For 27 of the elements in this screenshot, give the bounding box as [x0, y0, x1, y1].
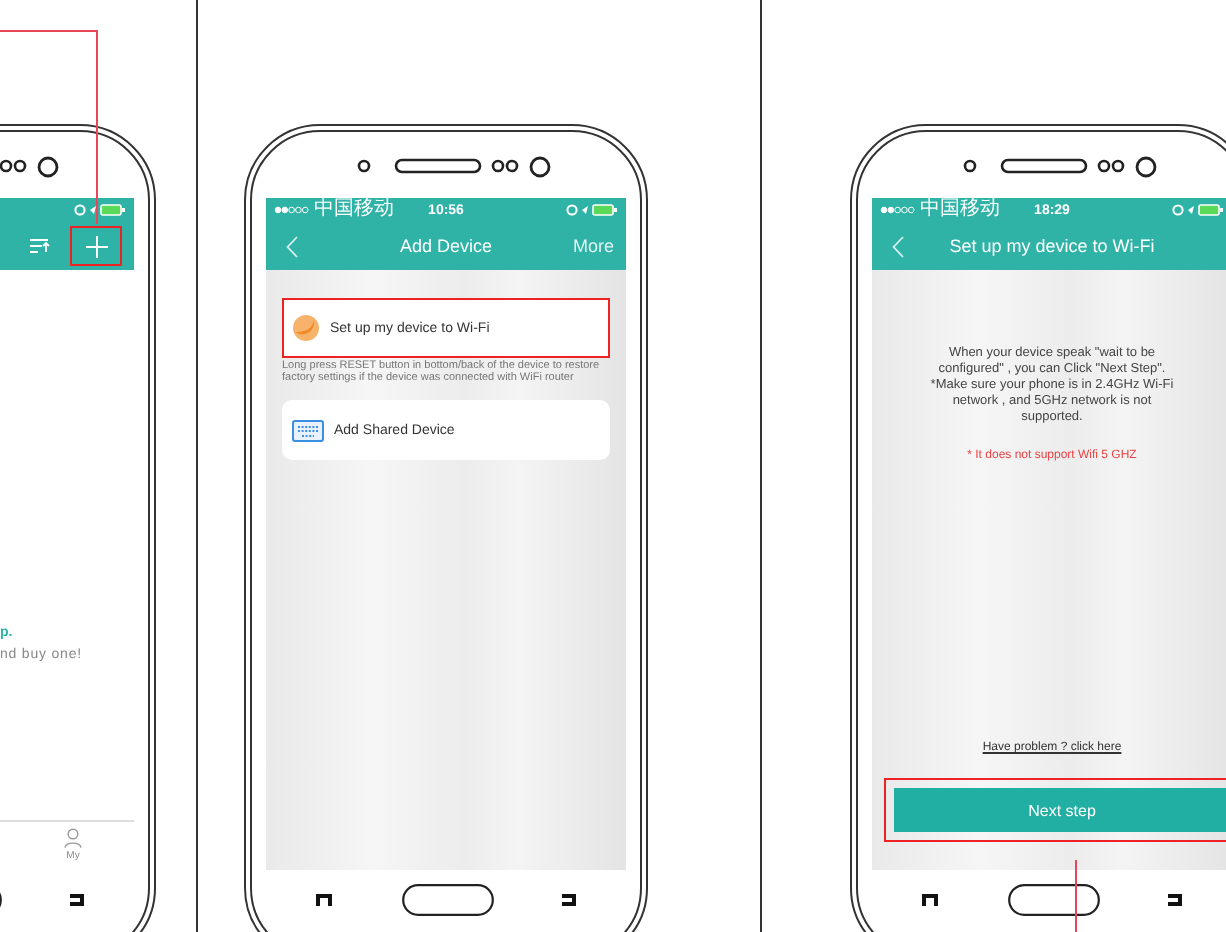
plus-icon — [85, 235, 107, 257]
battery-icon — [74, 204, 126, 216]
battery-icon — [566, 204, 618, 216]
phone-sensors-icon — [958, 153, 1158, 177]
recents-icon — [922, 893, 938, 905]
screen-title: Set up my device to Wi-Fi — [949, 236, 1155, 256]
carrier-text: 中国移动 — [314, 198, 394, 222]
carrier-text: 中国移动 — [920, 198, 1000, 222]
back-icon[interactable] — [286, 235, 298, 257]
back-key-icon — [70, 893, 84, 905]
home-button-icon — [1007, 883, 1099, 915]
add-button[interactable] — [70, 226, 122, 266]
sort-icon[interactable] — [30, 238, 50, 254]
leader-line — [1074, 860, 1078, 932]
battery-icon — [1172, 204, 1224, 216]
keyboard-icon — [292, 419, 324, 441]
screen-title: Add Device — [399, 236, 493, 256]
recents-icon — [316, 893, 332, 905]
back-icon[interactable] — [892, 235, 904, 257]
signal-icon — [880, 206, 916, 214]
phone-sensors-icon — [352, 153, 552, 177]
back-key-icon — [562, 893, 576, 905]
swirl-icon — [292, 314, 320, 342]
signal-icon — [274, 206, 310, 214]
person-icon — [64, 828, 82, 848]
home-button-icon — [401, 883, 493, 915]
back-key-icon — [1168, 893, 1182, 905]
